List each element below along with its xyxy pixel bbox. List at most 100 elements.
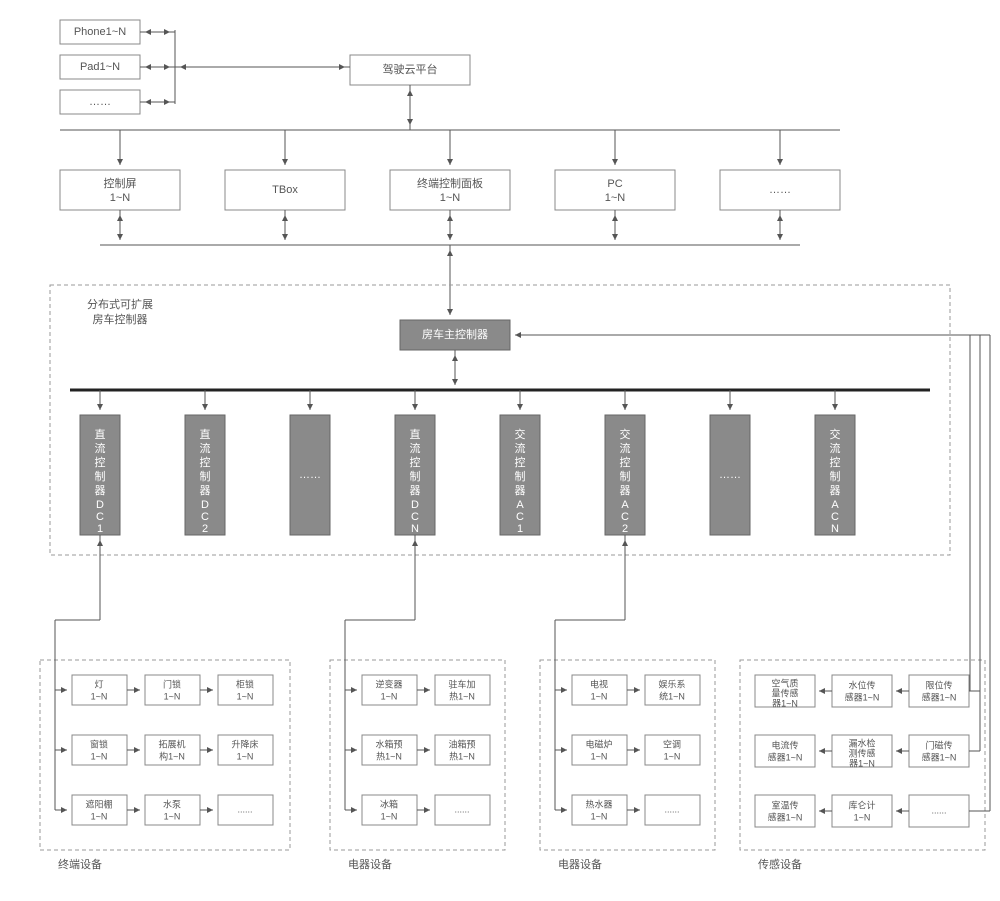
svg-text:......: ......	[931, 805, 946, 815]
svg-text:制: 制	[95, 470, 106, 483]
group-2-label: 电器设备	[348, 857, 392, 871]
svg-text:制: 制	[620, 470, 631, 483]
group-4-label: 传感设备	[758, 857, 802, 871]
svg-text:空气质: 空气质	[771, 677, 798, 688]
svg-text:A: A	[831, 499, 839, 511]
svg-text:器: 器	[200, 484, 211, 497]
svg-text:构1~N: 构1~N	[159, 750, 185, 761]
svg-text:2: 2	[202, 523, 208, 535]
svg-text:交: 交	[620, 427, 631, 441]
svg-text:感器1~N: 感器1~N	[768, 811, 803, 822]
svg-text:直: 直	[200, 427, 211, 441]
sub-dc1: 直流控制器DC1	[80, 390, 120, 535]
svg-text:灯: 灯	[94, 679, 103, 689]
svg-text:电磁炉: 电磁炉	[585, 738, 612, 749]
svg-text:拓展机: 拓展机	[158, 738, 185, 749]
svg-text:空调: 空调	[663, 738, 681, 749]
panel-2: TBox	[272, 184, 298, 196]
svg-text:器: 器	[410, 484, 421, 497]
svg-text:测传感: 测传感	[848, 747, 875, 758]
svg-text:感器1~N: 感器1~N	[768, 751, 803, 762]
svg-text:N: N	[411, 523, 419, 535]
svg-text:C: C	[411, 511, 419, 523]
svg-text:制: 制	[410, 470, 421, 483]
svg-text:......: ......	[454, 804, 469, 814]
svg-text:漏水检: 漏水检	[848, 737, 875, 748]
svg-text:1~N: 1~N	[591, 811, 608, 821]
svg-text:控: 控	[830, 455, 841, 469]
svg-text:器1~N: 器1~N	[849, 758, 875, 768]
svg-text:器: 器	[515, 484, 526, 497]
sub-ac2: 交流控制器AC2	[605, 390, 645, 535]
svg-text:控: 控	[200, 455, 211, 469]
svg-text:1~N: 1~N	[381, 811, 398, 821]
svg-text:量传感: 量传感	[771, 687, 798, 698]
svg-text:......: ......	[237, 804, 252, 814]
group-3-cells: 电视 1~N 娱乐系统1~N 电磁炉 1~N 空调 1~N 热水器 1~N ......	[572, 675, 700, 825]
svg-text:控: 控	[410, 455, 421, 469]
svg-text:1: 1	[97, 523, 103, 535]
label-more-dev: ……	[89, 96, 111, 108]
svg-text:油箱预: 油箱预	[448, 738, 475, 749]
svg-text:热1~N: 热1~N	[449, 690, 475, 701]
svg-text:水位传: 水位传	[848, 679, 875, 690]
group-4-cells: 空气质量传感器1~N 水位传感器1~N 限位传感器1~N 电流传感器1~N 漏水…	[755, 675, 969, 827]
svg-text:1~N: 1~N	[381, 691, 398, 701]
svg-text:器1~N: 器1~N	[772, 698, 798, 708]
svg-text:1~N: 1~N	[591, 751, 608, 761]
group-1-cells: 灯1~N 门锁1~N 柜锁1~N 窗锁1~N 拓展机构1~N 升降床1~N 遮阳…	[72, 675, 273, 825]
svg-text:库仑计: 库仑计	[848, 799, 875, 810]
dist-label-1: 分布式可扩展	[87, 297, 153, 311]
svg-text:1~N: 1~N	[237, 751, 254, 761]
svg-text:……: ……	[719, 469, 741, 481]
top-devices: Phone1~N Pad1~N ……	[60, 20, 175, 114]
sub-dcn: 直流控制器DCN	[395, 390, 435, 535]
sub-dc2: 直流控制器DC2	[185, 390, 225, 535]
svg-text:C: C	[516, 511, 524, 523]
svg-text:1~N: 1~N	[164, 811, 181, 821]
group-1-label: 终端设备	[58, 857, 102, 871]
main-controller-label: 房车主控制器	[422, 327, 488, 341]
panel-1a: 控制屏	[104, 176, 137, 190]
label-pad: Pad1~N	[80, 61, 120, 73]
svg-text:直: 直	[410, 427, 421, 441]
svg-text:电流传: 电流传	[771, 739, 798, 750]
svg-text:C: C	[201, 511, 209, 523]
svg-text:升降床: 升降床	[231, 738, 258, 749]
svg-text:统1~N: 统1~N	[659, 690, 685, 701]
group-2-cells: 逆变器1~N 驻车加热1~N 水箱预热1~N 油箱预热1~N 冰箱1~N ...…	[362, 675, 490, 825]
svg-text:控: 控	[95, 455, 106, 469]
svg-text:冰箱: 冰箱	[380, 798, 398, 809]
svg-text:流: 流	[200, 441, 211, 455]
svg-text:1~N: 1~N	[591, 691, 608, 701]
group-3-label: 电器设备	[558, 857, 602, 871]
svg-text:交: 交	[830, 427, 841, 441]
svg-text:逆变器: 逆变器	[375, 678, 402, 689]
svg-text:流: 流	[410, 441, 421, 455]
svg-text:娱乐系: 娱乐系	[658, 678, 685, 689]
svg-text:柜锁: 柜锁	[236, 678, 254, 689]
svg-text:流: 流	[620, 441, 631, 455]
svg-text:器: 器	[830, 484, 841, 497]
svg-text:电视: 电视	[590, 678, 608, 689]
svg-text:流: 流	[515, 441, 526, 455]
svg-text:热水器: 热水器	[585, 798, 612, 809]
svg-text:控: 控	[620, 455, 631, 469]
svg-text:1~N: 1~N	[664, 751, 681, 761]
svg-text:......: ......	[664, 804, 679, 814]
sub-controllers: 直流控制器DC1 直流控制器DC2 …… 直流控制器DCN 交流控制器AC1 交…	[80, 390, 855, 535]
svg-text:直: 直	[95, 427, 106, 441]
svg-text:D: D	[201, 499, 209, 511]
sub-acn: 交流控制器ACN	[815, 390, 855, 535]
dist-label-2: 房车控制器	[93, 312, 148, 326]
svg-text:器: 器	[95, 484, 106, 497]
svg-text:制: 制	[830, 470, 841, 483]
panel-3a: 终端控制面板	[417, 176, 483, 190]
svg-text:门锁: 门锁	[163, 678, 181, 689]
panels-row: 控制屏 1~N TBox 终端控制面板 1~N PC 1~N ……	[60, 130, 840, 210]
svg-text:流: 流	[95, 441, 106, 455]
sub-dc-more: ……	[290, 390, 330, 535]
svg-text:限位传: 限位传	[925, 679, 952, 690]
panel-5: ……	[769, 184, 791, 196]
svg-text:热1~N: 热1~N	[449, 750, 475, 761]
